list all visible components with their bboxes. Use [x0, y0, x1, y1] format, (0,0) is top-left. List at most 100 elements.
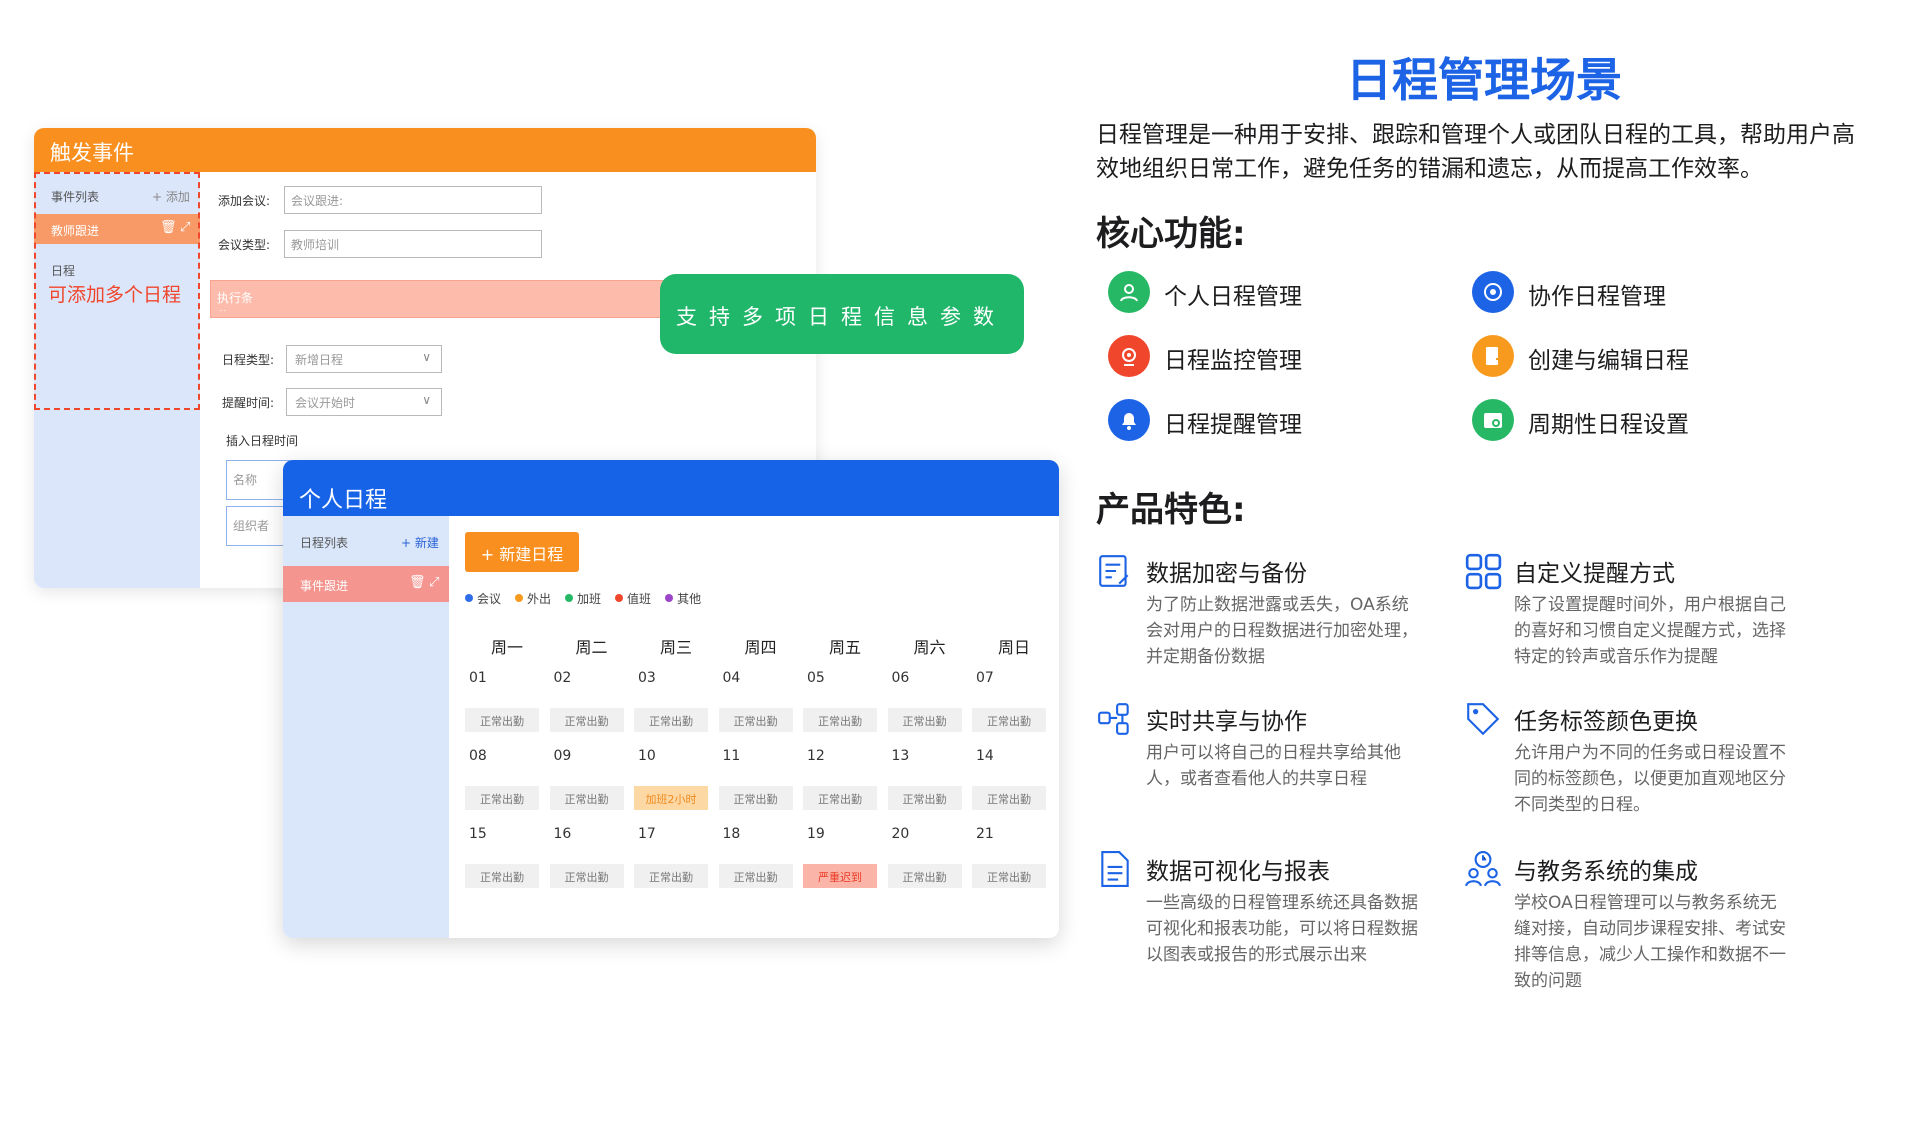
attendance-status-tag: 正常出勤: [718, 864, 793, 888]
attendance-status-tag: 正常出勤: [549, 864, 624, 888]
collaboration-icon: [1472, 271, 1514, 313]
meeting-type-label: 会议类型:: [218, 238, 271, 252]
product-features-heading: 产品特色:: [1096, 490, 1246, 530]
new-schedule-link[interactable]: + 新建: [401, 534, 439, 551]
calendar-date: 04: [722, 670, 741, 686]
calendar-day-cell[interactable]: 16 正常出勤: [549, 826, 632, 904]
calendar-day-cell[interactable]: 03 正常出勤: [634, 670, 716, 748]
calendar-day-cell[interactable]: 01 正常出勤: [465, 670, 547, 748]
core-function-label: 创建与编辑日程: [1528, 348, 1689, 374]
calendar-day-cell[interactable]: 08 正常出勤: [465, 748, 547, 826]
legend-dot: [565, 594, 574, 602]
legend-dot: [615, 594, 624, 602]
attendance-status-tag: 正常出勤: [465, 708, 539, 732]
feature-title: 任务标签颜色更换: [1514, 709, 1698, 735]
add-meeting-input[interactable]: 会议跟进:: [284, 186, 542, 214]
calendar-day-cell[interactable]: 02 正常出勤: [549, 670, 632, 748]
calendar-day-cell[interactable]: 20 正常出勤: [887, 826, 970, 904]
weekday-label: 周四: [744, 638, 777, 657]
calendar-day-cell[interactable]: 13 正常出勤: [887, 748, 970, 826]
attendance-status-tag: 正常出勤: [718, 708, 793, 732]
personal-card-title: 个人日程: [283, 460, 1059, 516]
feature-description: 为了防止数据泄露或丢失，OA系统会对用户的日程数据进行加密处理，并定期备份数据: [1146, 595, 1418, 667]
feature-description: 一些高级的日程管理系统还具备数据可视化和报表功能，可以将日程数据以图表或报告的形…: [1146, 893, 1418, 965]
weekday-label: 周二: [575, 638, 608, 657]
remind-time-select[interactable]: 会议开始时 ∨: [286, 388, 442, 416]
calendar-day-cell[interactable]: 17 正常出勤: [634, 826, 716, 904]
calendar-day-cell[interactable]: 18 正常出勤: [718, 826, 801, 904]
share-sync-icon: [1096, 700, 1134, 742]
schedule-type-value: 新增日程: [295, 353, 344, 367]
add-meeting-label: 添加会议:: [218, 194, 271, 208]
chevron-down-icon: ∨: [422, 393, 431, 407]
attendance-status-tag: 严重迟到: [803, 864, 877, 888]
calendar-date: 14: [976, 748, 994, 764]
weekday-label: 周一: [490, 638, 523, 657]
attendance-status-tag: 正常出勤: [803, 786, 877, 810]
calendar-day-cell[interactable]: 15 正常出勤: [465, 826, 547, 904]
calendar-date: 13: [891, 748, 910, 764]
feature-title: 数据加密与备份: [1146, 561, 1307, 587]
calendar-date: 18: [722, 826, 741, 842]
legend-item: 值班: [615, 590, 651, 607]
legend-dot: [515, 594, 524, 602]
expand-icon[interactable]: ⤢: [429, 575, 439, 590]
trash-icon[interactable]: 🗑: [409, 575, 426, 590]
intro-paragraph: 日程管理是一种用于安排、跟踪和管理个人或团队日程的工具，帮助用户高效地组织日常工…: [1096, 122, 1855, 182]
monitor-camera-icon: [1108, 335, 1150, 377]
attendance-status-tag: 正常出勤: [634, 708, 708, 732]
feature-title: 实时共享与协作: [1146, 709, 1307, 735]
calendar-day-cell[interactable]: 12 正常出勤: [803, 748, 885, 826]
new-schedule-button[interactable]: + 新建日程: [465, 532, 579, 572]
weekday-label: 周六: [913, 638, 946, 657]
calendar-date: 20: [891, 826, 910, 842]
calendar-day-cell[interactable]: 10 加班2小时: [634, 748, 716, 826]
legend-item: 其他: [665, 590, 701, 607]
calendar-date: 01: [469, 670, 487, 686]
attendance-status-tag: 正常出勤: [887, 786, 962, 810]
calendar-date: 21: [976, 826, 994, 842]
calendar-day-cell[interactable]: 14 正常出勤: [972, 748, 1054, 826]
exec-condition-label: 执行条件:: [217, 291, 254, 311]
remind-time-value: 会议开始时: [295, 396, 356, 410]
legend-label: 值班: [627, 592, 652, 606]
report-document-icon: [1096, 850, 1134, 892]
weekday-label: 周三: [659, 638, 692, 657]
category-legend: 会议 外出 加班 值班 其他: [465, 590, 715, 607]
multi-param-badge: 支持多项日程信息参数: [660, 274, 1024, 354]
calendar-day-cell[interactable]: 21 正常出勤: [972, 826, 1054, 904]
legend-dot: [465, 594, 473, 602]
calendar-day-cell[interactable]: 07 正常出勤: [972, 670, 1054, 748]
core-function-label: 周期性日程设置: [1528, 412, 1689, 438]
calendar-date: 06: [891, 670, 910, 686]
meeting-type-input[interactable]: 教师培训: [284, 230, 542, 258]
core-function-label: 个人日程管理: [1164, 284, 1302, 310]
calendar-day-cell[interactable]: 04 正常出勤: [718, 670, 801, 748]
calendar-date: 10: [638, 748, 656, 764]
edit-document-icon: [1472, 335, 1514, 377]
legend-label: 会议: [477, 592, 502, 606]
feature-title: 数据可视化与报表: [1146, 859, 1330, 885]
schedule-type-select[interactable]: 新增日程 ∨: [286, 345, 442, 373]
weekday-label: 周五: [828, 638, 861, 657]
calendar-date: 17: [638, 826, 656, 842]
schedule-list-item-label: 事件跟进: [300, 579, 349, 593]
schedule-list-title: 日程列表: [300, 536, 349, 550]
dashed-highlight-box: [34, 172, 200, 410]
attendance-status-tag: 正常出勤: [549, 708, 624, 732]
calendar-date: 07: [976, 670, 994, 686]
grid-apps-icon: [1464, 552, 1502, 594]
personal-schedule-card: 个人日程 日程列表 + 新建 事件跟进 🗑 ⤢ + 新建日程 会议 外出 加班 值班 其…: [283, 460, 1059, 938]
weekday-label: 周日: [997, 638, 1030, 657]
calendar-date: 19: [807, 826, 825, 842]
calendar-date: 05: [807, 670, 825, 686]
schedule-type-label: 日程类型:: [222, 353, 275, 367]
calendar-day-cell[interactable]: 19 严重迟到: [803, 826, 885, 904]
calendar-day-cell[interactable]: 06 正常出勤: [887, 670, 970, 748]
feature-description: 允许用户为不同的任务或日程设置不同的标签颜色，以便更加直观地区分不同类型的日程。: [1514, 743, 1786, 815]
legend-label: 其他: [677, 592, 702, 606]
calendar-day-cell[interactable]: 05 正常出勤: [803, 670, 885, 748]
schedule-list-item-active[interactable]: 事件跟进 🗑 ⤢: [283, 566, 449, 602]
calendar-day-cell[interactable]: 09 正常出勤: [549, 748, 632, 826]
calendar-day-cell[interactable]: 11 正常出勤: [718, 748, 801, 826]
